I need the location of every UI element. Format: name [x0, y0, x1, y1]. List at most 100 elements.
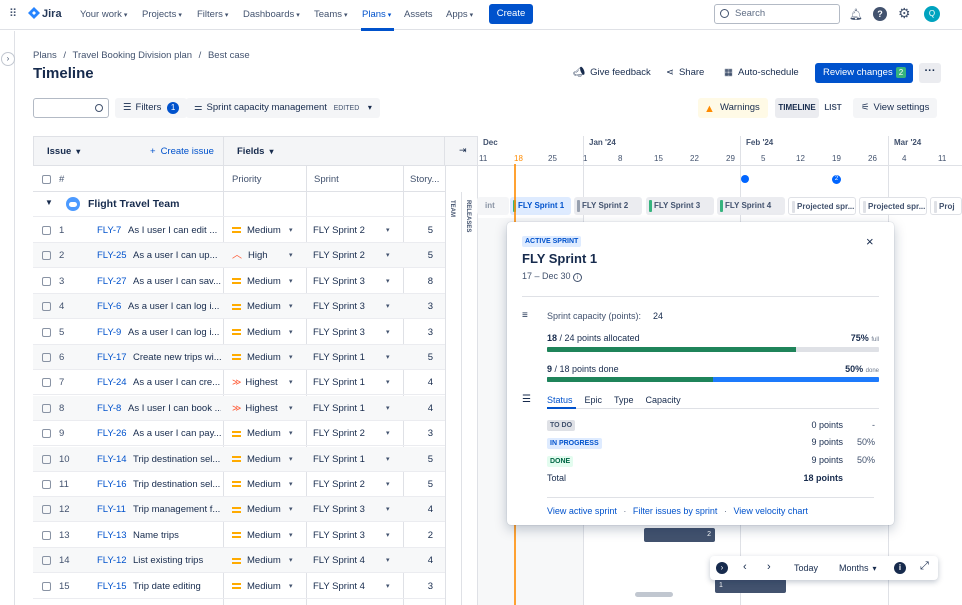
priority-cell[interactable]: Medium [232, 218, 307, 243]
story-points-value[interactable]: 2 [413, 523, 433, 548]
issue-key[interactable]: FLY-11 [97, 497, 126, 522]
nav-assets[interactable]: Assets [404, 9, 433, 20]
priority-cell[interactable]: Medium [232, 294, 307, 319]
story-points-value[interactable]: 3 [413, 421, 433, 446]
issue-key[interactable]: FLY-26 [97, 421, 127, 446]
sprint-value[interactable]: FLY Sprint 2 [313, 421, 383, 446]
chevron-down-icon[interactable]: ▾ [386, 472, 390, 497]
release-marker-count[interactable]: 2 [832, 175, 841, 184]
chevron-down-icon[interactable]: ▾ [289, 497, 293, 522]
priority-cell[interactable]: Medium [232, 447, 307, 472]
fields-column-toggle[interactable]: Fields ▾ [237, 146, 273, 157]
table-row[interactable]: 2 FLY-25 As a user I can up... ︿ High ▾ FLY Sp… [33, 243, 445, 269]
table-row[interactable]: 5 FLY-9 As a user I can log i... Medium ▾ FLY… [33, 320, 445, 345]
create-issue-button[interactable]: + Create issue [150, 146, 214, 157]
issue-summary[interactable]: Trip destination sel... [133, 447, 221, 472]
sprint-lozenge-1[interactable]: FLY Sprint 1 [510, 197, 571, 215]
warnings-button[interactable]: ▲ Warnings [698, 98, 768, 118]
row-checkbox[interactable] [42, 327, 51, 337]
issue-summary[interactable]: As a user I can sav... [133, 269, 221, 294]
nav-teams[interactable]: Teams ▾ [314, 9, 348, 20]
sprint-lozenge-2[interactable]: FLY Sprint 2 [574, 197, 642, 215]
chevron-down-icon[interactable]: ▼ [45, 198, 53, 207]
row-checkbox[interactable] [42, 251, 51, 261]
issue-key[interactable]: FLY-25 [97, 243, 127, 268]
priority-cell[interactable]: ≫ Highest [232, 396, 307, 421]
issue-summary[interactable]: As I user I can edit ... [128, 218, 221, 243]
review-changes-button[interactable]: Review changes 2 [815, 63, 913, 83]
sprint-value[interactable]: FLY Sprint 2 [313, 243, 383, 268]
product-name[interactable]: Jira [42, 8, 62, 20]
row-checkbox[interactable] [42, 302, 51, 312]
story-points-value[interactable]: 4 [413, 497, 433, 522]
nav-dashboards[interactable]: Dashboards ▾ [243, 9, 300, 20]
row-checkbox[interactable] [42, 556, 51, 566]
sprint-lozenge-prev[interactable]: int [477, 197, 509, 215]
sprint-value[interactable]: FLY Sprint 4 [313, 548, 383, 573]
notifications-icon[interactable]: 🔔︎ [849, 8, 863, 21]
issue-summary[interactable]: Name trips [133, 523, 221, 548]
expand-sidebar-button[interactable]: › [1, 52, 15, 66]
table-row[interactable]: 15 FLY-15 Trip date editing Medium ▾ FLY Spri… [33, 574, 445, 599]
column-story-points[interactable]: Story... [410, 167, 439, 192]
chevron-down-icon[interactable]: ▾ [386, 243, 390, 268]
row-checkbox[interactable] [42, 403, 51, 413]
issue-search-input[interactable] [33, 98, 109, 118]
chevron-down-icon[interactable]: ▾ [386, 294, 390, 319]
table-row[interactable]: 4 FLY-6 As a user I can log i... Medium ▾ FLY… [33, 294, 445, 320]
breadcrumb-scenario[interactable]: Best case [208, 50, 250, 61]
chevron-down-icon[interactable]: ▾ [386, 218, 390, 243]
chevron-down-icon[interactable]: ▾ [289, 294, 293, 319]
release-marker[interactable] [741, 175, 749, 183]
issue-key[interactable]: FLY-17 [97, 345, 127, 370]
sprint-lozenge-4[interactable]: FLY Sprint 4 [717, 197, 785, 215]
issue-key[interactable]: FLY-16 [97, 472, 127, 497]
sprint-value[interactable]: FLY Sprint 3 [313, 269, 383, 294]
sprint-value[interactable]: FLY Sprint 2 [313, 218, 383, 243]
filters-button[interactable]: ☰ Filters 1 [115, 98, 188, 118]
sprint-lozenge-projected[interactable]: Projected spr... [788, 197, 856, 215]
issue-summary[interactable]: As a user I can up... [133, 243, 221, 268]
team-row[interactable]: ▼ Flight Travel Team [33, 192, 445, 217]
row-checkbox[interactable] [42, 581, 51, 591]
chevron-down-icon[interactable]: ▾ [289, 574, 293, 599]
info-icon[interactable]: i [573, 273, 583, 282]
zoom-select[interactable]: Months ▾ [839, 563, 877, 573]
chevron-down-icon[interactable]: ▾ [289, 472, 293, 497]
chevron-down-icon[interactable]: ▾ [289, 243, 293, 268]
chevron-down-icon[interactable]: ▾ [289, 269, 293, 294]
row-checkbox[interactable] [42, 505, 51, 515]
priority-cell[interactable]: Medium [232, 472, 307, 497]
breadcrumb-plans[interactable]: Plans [33, 50, 57, 61]
table-row[interactable]: 3 FLY-27 As a user I can sav... Medium ▾ FLY … [33, 269, 445, 294]
row-checkbox[interactable] [42, 226, 51, 235]
nav-your-work[interactable]: Your work ▾ [80, 9, 127, 20]
sprint-value[interactable]: FLY Sprint 1 [313, 396, 383, 421]
issue-summary[interactable]: Create new trips wi... [133, 345, 221, 370]
chevron-down-icon[interactable]: ▾ [386, 523, 390, 548]
column-sprint[interactable]: Sprint [314, 167, 339, 192]
priority-cell[interactable]: Medium [232, 497, 307, 522]
nav-apps[interactable]: Apps ▾ [446, 9, 473, 20]
close-icon[interactable]: × [866, 234, 874, 249]
sprint-value[interactable]: FLY Sprint 3 [313, 497, 383, 522]
table-row[interactable]: 7 FLY-24 As a user I can cre... ≫ Highest ▾ FL… [33, 370, 445, 396]
chevron-down-icon[interactable]: ▾ [289, 218, 293, 243]
chevron-down-icon[interactable]: ▾ [386, 370, 390, 395]
nav-projects[interactable]: Projects ▾ [142, 9, 182, 20]
priority-cell[interactable]: Medium [232, 345, 307, 370]
chevron-down-icon[interactable]: ▾ [289, 320, 293, 345]
chevron-down-icon[interactable]: ▾ [386, 421, 390, 446]
issue-timeline-bar[interactable]: 1 [715, 579, 786, 593]
chevron-down-icon[interactable]: ▾ [386, 345, 390, 370]
priority-cell[interactable]: ︿ High [232, 243, 307, 268]
issue-key[interactable]: FLY-14 [97, 447, 127, 472]
story-points-value[interactable]: 5 [413, 218, 433, 243]
issue-key[interactable]: FLY-13 [97, 523, 127, 548]
issue-key[interactable]: FLY-8 [97, 396, 121, 421]
priority-cell[interactable]: Medium [232, 523, 307, 548]
priority-cell[interactable]: Medium [232, 548, 307, 573]
chevron-down-icon[interactable]: ▾ [289, 447, 293, 472]
issue-summary[interactable]: As a user I can log i... [128, 294, 221, 319]
issue-column-toggle[interactable]: Issue ▾ [47, 146, 80, 157]
